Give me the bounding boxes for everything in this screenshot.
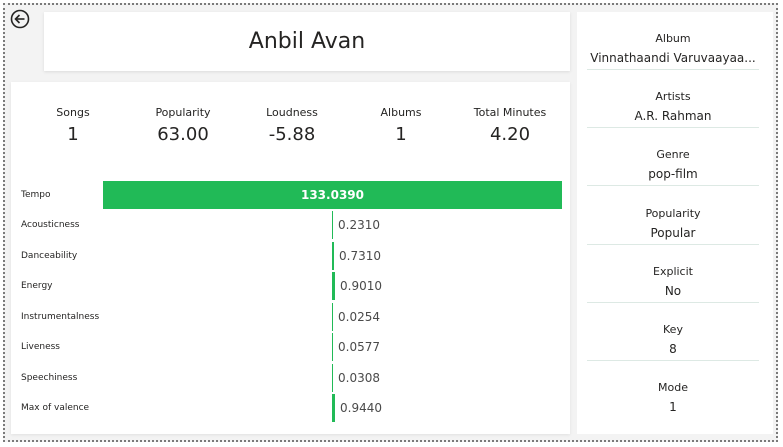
bar-value: 0.2310 — [338, 218, 380, 232]
detail-value: Popular — [650, 226, 696, 240]
kpi-loudness: Loudness -5.88 — [237, 106, 347, 145]
detail-label: Mode — [658, 381, 688, 394]
bar-label: Tempo — [21, 190, 51, 200]
detail-album: Album Vinnathaandi Varuvaayaa... — [587, 12, 759, 70]
detail-mode: Mode 1 — [587, 361, 759, 419]
title-card: Anbil Avan — [44, 12, 570, 71]
kpi-value: 4.20 — [489, 124, 531, 145]
kpi-label: Popularity — [155, 106, 211, 119]
detail-genre: Genre pop-film — [587, 128, 759, 186]
kpi-value: 63.00 — [157, 124, 209, 145]
detail-value: 8 — [669, 342, 677, 356]
kpi-value: -5.88 — [268, 124, 316, 145]
detail-value: pop-film — [648, 167, 698, 181]
bar-row-max-of-valence[interactable]: Max of valence 0.9440 — [11, 394, 570, 422]
bar-fill — [332, 394, 335, 422]
bar-fill — [332, 242, 334, 270]
bar-fill — [332, 211, 333, 239]
bar-row-speechiness[interactable]: Speechiness 0.0308 — [11, 364, 570, 392]
kpi-total-minutes: Total Minutes 4.20 — [455, 106, 565, 145]
bar-value: 0.9440 — [340, 401, 382, 415]
detail-explicit: Explicit No — [587, 245, 759, 303]
kpi-albums: Albums 1 — [346, 106, 456, 145]
detail-label: Explicit — [653, 265, 693, 278]
bar-label: Instrumentalness — [21, 312, 100, 322]
bar-value: 133.0390 — [300, 188, 364, 202]
bar-row-tempo[interactable]: Tempo 133.0390 — [11, 181, 570, 209]
bar-fill — [332, 364, 333, 392]
bar-value: 0.0254 — [338, 310, 380, 324]
back-button[interactable] — [10, 9, 30, 29]
detail-label: Artists — [655, 90, 691, 103]
song-title: Anbil Avan — [248, 29, 366, 54]
bar-row-liveness[interactable]: Liveness 0.0577 — [11, 333, 570, 361]
detail-popularity: Popularity Popular — [587, 187, 759, 245]
detail-label: Album — [655, 32, 691, 45]
details-card: Album Vinnathaandi Varuvaayaa... Artists… — [577, 12, 773, 434]
bar-fill — [332, 272, 335, 300]
detail-label: Key — [663, 323, 683, 336]
detail-value: 1 — [669, 400, 677, 414]
bar-value: 0.7310 — [339, 249, 381, 263]
bar-label: Speechiness — [21, 373, 78, 383]
detail-key: Key 8 — [587, 303, 759, 361]
kpi-label: Albums — [380, 106, 422, 119]
bar-row-acousticness[interactable]: Acousticness 0.2310 — [11, 211, 570, 239]
kpi-label: Total Minutes — [473, 106, 547, 119]
bar-fill — [332, 303, 333, 331]
bar-row-energy[interactable]: Energy 0.9010 — [11, 272, 570, 300]
kpi-label: Loudness — [266, 106, 318, 119]
detail-artists: Artists A.R. Rahman — [587, 70, 759, 128]
detail-value: No — [664, 284, 682, 298]
detail-label: Genre — [656, 148, 690, 161]
metrics-card: Songs 1 Popularity 63.00 Loudness -5.88 … — [11, 82, 570, 434]
kpi-value: 1 — [395, 124, 407, 145]
kpi-label: Songs — [56, 106, 90, 119]
bar-value: 0.0308 — [338, 371, 380, 385]
bar-label: Acousticness — [21, 220, 80, 230]
kpi-songs: Songs 1 — [18, 106, 128, 145]
back-arrow-icon — [10, 9, 30, 29]
kpi-value: 1 — [67, 124, 79, 145]
detail-label: Popularity — [645, 207, 701, 220]
bar-value: 0.9010 — [340, 279, 382, 293]
kpi-popularity: Popularity 63.00 — [128, 106, 238, 145]
bar-label: Energy — [21, 281, 53, 291]
divider — [587, 185, 759, 186]
detail-value: Vinnathaandi Varuvaayaa... — [590, 51, 756, 65]
bar-label: Max of valence — [21, 403, 90, 413]
bar-row-danceability[interactable]: Danceability 0.7310 — [11, 242, 570, 270]
bar-label: Danceability — [21, 251, 78, 261]
bar-row-instrumentalness[interactable]: Instrumentalness 0.0254 — [11, 303, 570, 331]
bar-value: 0.0577 — [338, 340, 380, 354]
bar-label: Liveness — [21, 342, 60, 352]
bar-fill — [332, 333, 333, 361]
detail-value: A.R. Rahman — [634, 109, 712, 123]
